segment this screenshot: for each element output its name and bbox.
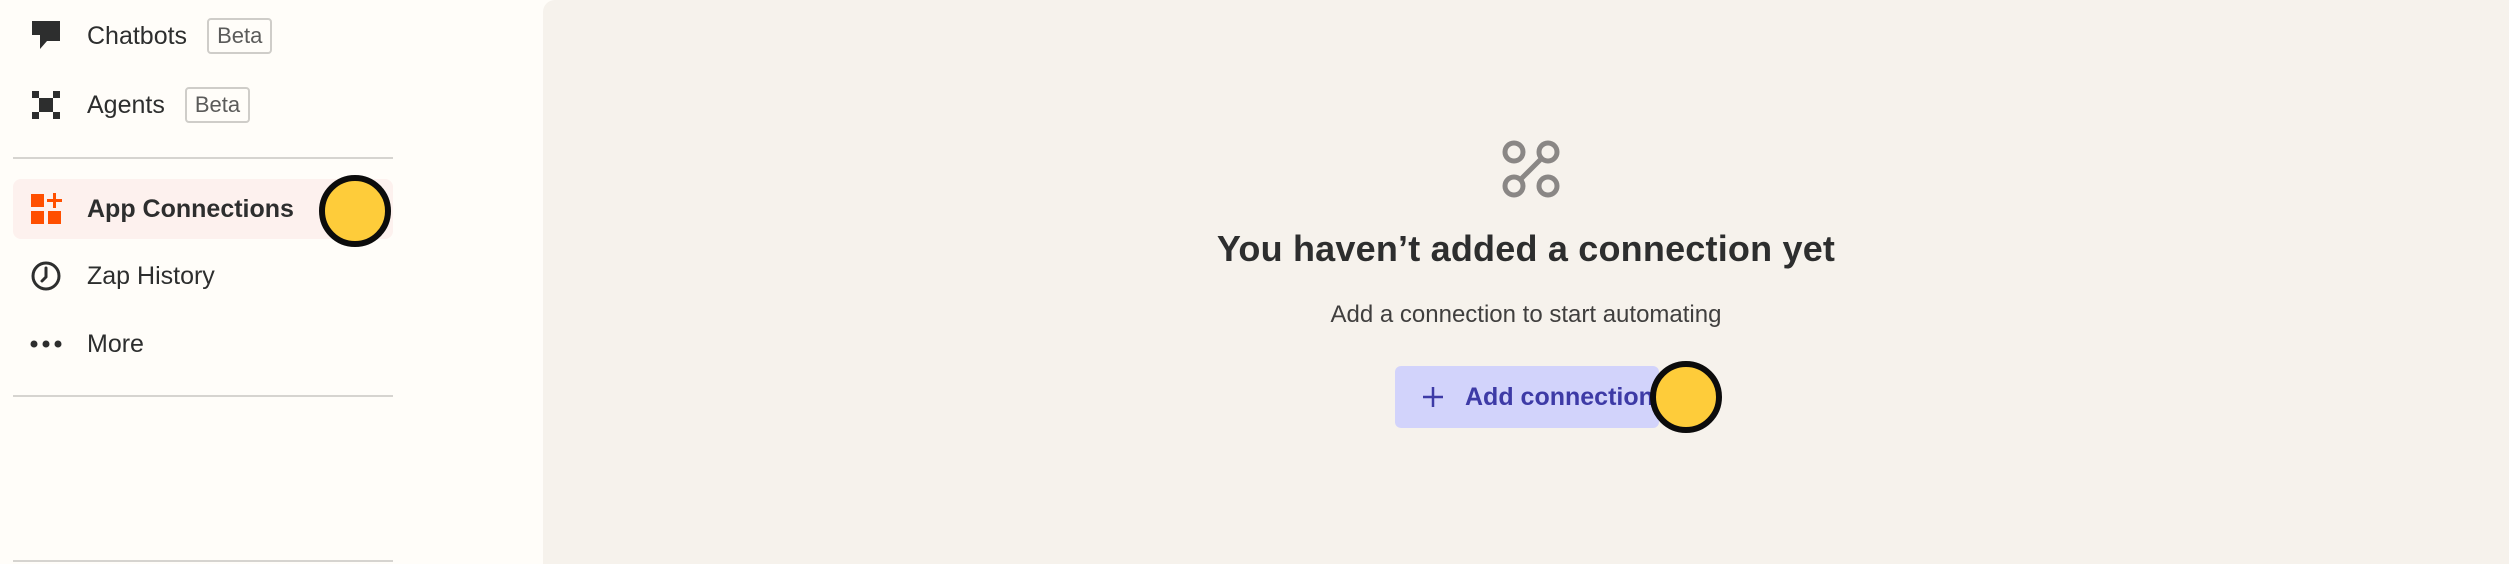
- sidebar-item-chatbots[interactable]: Chatbots Beta: [13, 6, 393, 66]
- beta-badge: Beta: [184, 87, 251, 123]
- clock-icon: [29, 259, 63, 293]
- sidebar-item-label: More: [87, 329, 144, 358]
- sidebar-item-more[interactable]: More: [13, 314, 393, 374]
- sidebar-item-label: App Connections: [87, 194, 294, 223]
- agents-icon: [29, 88, 63, 122]
- sidebar-item-label: Zap History: [87, 261, 215, 290]
- more-dots-icon: [29, 327, 63, 361]
- main-content: You haven’t added a connection yet Add a…: [543, 0, 2509, 564]
- app-connections-icon: [29, 192, 63, 226]
- sidebar-divider: [13, 560, 393, 562]
- sidebar-divider: [13, 157, 393, 159]
- click-marker: [319, 175, 391, 247]
- sidebar-item-agents[interactable]: Agents Beta: [13, 75, 393, 135]
- sidebar-divider: [13, 395, 393, 397]
- chatbot-icon: [29, 19, 63, 53]
- add-connection-button[interactable]: Add connection: [1395, 366, 1659, 428]
- empty-state-subtitle: Add a connection to start automating: [1330, 301, 1722, 328]
- beta-badge: Beta: [207, 18, 273, 54]
- sidebar: Chatbots Beta Agents Beta App Connection…: [0, 0, 540, 564]
- sidebar-item-label: Chatbots: [87, 21, 188, 50]
- connection-icon: [1500, 138, 1562, 200]
- plus-icon: [1421, 385, 1445, 409]
- sidebar-item-zap-history[interactable]: Zap History: [13, 246, 393, 306]
- sidebar-item-label: Agents: [87, 90, 165, 119]
- empty-state-title: You haven’t added a connection yet: [1216, 228, 1836, 269]
- add-connection-label: Add connection: [1465, 382, 1654, 411]
- click-marker: [1650, 361, 1722, 433]
